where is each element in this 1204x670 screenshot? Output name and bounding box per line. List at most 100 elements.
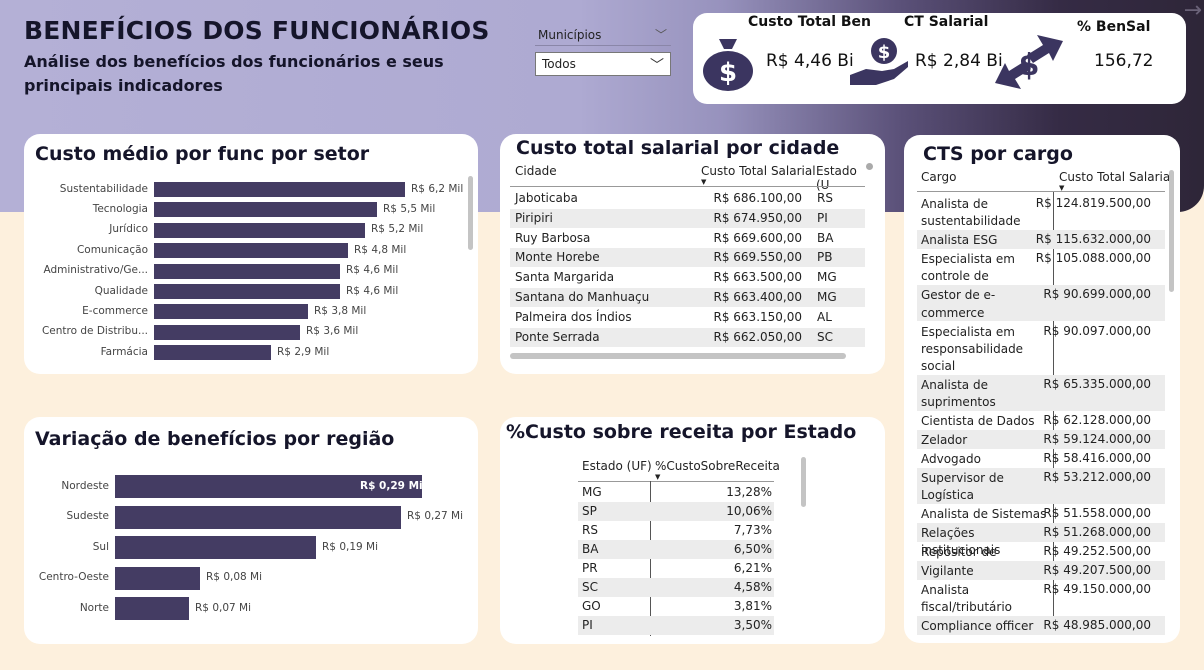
cell-estado: SC [582, 580, 598, 594]
kpi-card: Custo Total Ben $ R$ 4,46 Bi CT Salarial… [693, 13, 1186, 104]
table-row[interactable]: Repositor de HortifrutiR$ 49.252.500,00 [904, 543, 1166, 576]
table-row[interactable]: Palmeira dos Índios R$ 663.150,00 AL [500, 309, 880, 327]
table-row[interactable]: Analista ESG R$ 115.632.000,00 [904, 231, 1166, 250]
table-row[interactable]: PR 6,21% [500, 560, 800, 578]
city-col-custo[interactable]: Custo Total Salarial [701, 164, 816, 178]
table-row[interactable]: Santana do Manhuaçu R$ 663.400,00 MG [500, 289, 880, 307]
bar[interactable] [154, 345, 271, 361]
cell-custo: R$ 686.100,00 [713, 191, 803, 205]
arrow-right-icon[interactable]: → [1184, 0, 1202, 23]
cargo-col-cargo[interactable]: Cargo [921, 170, 956, 184]
table-row[interactable]: Especialista em controle de qualidadeR$ … [904, 250, 1166, 301]
table-row[interactable]: GO 3,81% [500, 598, 800, 616]
data-label: R$ 2,9 Mil [277, 345, 330, 358]
cell-cidade: Santana do Manhuaçu [515, 290, 650, 304]
data-label: R$ 3,6 Mil [306, 325, 359, 338]
cell-cidade: Monte Horebe [515, 250, 600, 265]
cell-cidade: Ponte Serrada [515, 329, 600, 344]
bar[interactable] [154, 324, 300, 340]
bar[interactable] [115, 505, 401, 529]
bar[interactable] [115, 597, 189, 620]
bar[interactable] [154, 222, 365, 238]
cell-cargo: Gestor de e-commerce [921, 288, 996, 320]
bar[interactable] [154, 304, 308, 320]
category-label: Centro-Oeste [38, 571, 109, 583]
cell-percent: 13,28% [726, 485, 772, 499]
table-row[interactable]: Relações institucionais R$ 51.268.000,00 [904, 524, 1166, 557]
table-row[interactable]: RS 7,73% [500, 522, 800, 540]
bar[interactable] [115, 566, 200, 590]
cargo-col-custo[interactable]: Custo Total Salarial [1059, 170, 1174, 184]
category-label: Sustentabilidade [59, 182, 148, 195]
money-bag-icon: $ [703, 39, 753, 91]
table-row[interactable]: SP 10,06% [500, 503, 800, 521]
cell-cidade: Jaboticaba [515, 191, 578, 205]
table-row[interactable]: MG 13,28% [500, 484, 800, 502]
data-label: R$ 4,6 Mil [346, 264, 399, 277]
cell-cargo: Cientista de Dados [921, 414, 1035, 429]
category-label: Sul [92, 540, 109, 553]
kpi-label-bensal: % BenSal [1077, 19, 1151, 35]
city-col-cidade[interactable]: Cidade [515, 164, 557, 178]
city-table-title: Custo total salarial por cidade [516, 137, 840, 159]
city-v-scrollbar[interactable] [866, 163, 873, 170]
table-row[interactable]: Analista de Sistemas R$ 51.558.000,00 [904, 505, 1166, 524]
data-label: R$ 0,08 Mi [206, 571, 263, 583]
cargo-scrollbar[interactable] [1169, 170, 1174, 292]
cell-estado: MG [817, 290, 837, 304]
city-col-estado[interactable]: Estado (U [816, 164, 870, 192]
table-row[interactable]: Gestor de e-commerce R$ 90.699.000,00 [904, 286, 1166, 322]
sector-scrollbar[interactable] [468, 176, 473, 250]
table-row[interactable]: Vigilante R$ 49.207.500,00 [904, 562, 1166, 581]
table-row[interactable]: Ponte Serrada R$ 662.050,00 SC [500, 329, 880, 347]
cell-cargo: Especialista em responsabilidade social [921, 324, 1024, 374]
data-label: R$ 0,29 Mi [360, 479, 423, 492]
municipios-dropdown[interactable]: Todos ﹀ [535, 52, 671, 76]
cell-custo: R$ 59.124.000,00 [1043, 432, 1151, 447]
table-row[interactable]: Advogado corporativoR$ 58.416.000,00 [904, 450, 1166, 483]
state-col-estado[interactable]: Estado (UF) [582, 459, 652, 473]
table-row[interactable]: Cientista de Dados R$ 62.128.000,00 [904, 412, 1166, 431]
table-row[interactable]: Supervisor de Logística R$ 53.212.000,00 [904, 469, 1166, 505]
bar[interactable] [154, 284, 340, 299]
table-row[interactable]: Analista fiscal/tributário R$ 49.150.000,… [904, 581, 1166, 617]
table-row[interactable]: Ruy Barbosa R$ 669.600,00 BA [500, 230, 880, 248]
cell-estado: RS [817, 191, 833, 205]
cell-custo: R$ 124.819.500,00 [1035, 196, 1151, 210]
table-row[interactable]: Especialista em responsabilidade social R… [904, 323, 1166, 377]
chevron-down-icon[interactable]: ﹀ [655, 26, 667, 43]
table-row[interactable]: BA 6,50% [500, 541, 800, 559]
region-chart-title: Variação de benefícios por região [35, 428, 395, 450]
cell-custo: R$ 90.699.000,00 [1043, 287, 1151, 302]
city-h-scrollbar[interactable] [510, 353, 846, 359]
table-row[interactable]: Zelador R$ 59.124.000,00 [904, 431, 1166, 450]
bar[interactable] [115, 536, 316, 559]
cell-cidade: Piripiri [515, 210, 553, 225]
table-row[interactable]: Compliance officer R$ 48.985.000,00 [904, 617, 1166, 636]
table-row[interactable]: Analista de sustentabilidade R$ 124.819.5… [904, 195, 1166, 231]
kpi-value-bensal: 156,72 [1094, 51, 1154, 71]
municipios-slicer-header[interactable]: Municípios ﹀ [535, 28, 671, 46]
bar[interactable] [154, 243, 348, 259]
cell-cargo: Analista fiscal/tributário [921, 582, 1013, 614]
table-row[interactable]: Monte Horebe R$ 669.550,00 PB [500, 249, 880, 267]
cell-estado: SP [582, 504, 597, 518]
cell-custo: R$ 662.050,00 [713, 329, 803, 344]
cell-percent: 7,73% [733, 523, 772, 537]
cell-custo: R$ 669.600,00 [713, 230, 803, 245]
category-label: Norte [79, 601, 109, 614]
table-row[interactable]: SC 4,58% [500, 579, 800, 597]
table-row[interactable]: PI 3,50% [500, 617, 800, 635]
table-row[interactable]: Piripiri R$ 674.950,00 PI [500, 210, 880, 228]
state-col-custo[interactable]: %CustoSobreReceita [655, 459, 780, 473]
cell-custo: R$ 65.335.000,00 [1043, 377, 1151, 391]
table-row[interactable]: Santa Margarida R$ 663.500,00 MG [500, 269, 880, 287]
bar[interactable] [154, 182, 405, 197]
table-row[interactable]: Jaboticaba R$ 686.100,00 RS [500, 190, 880, 208]
sort-desc-icon: ▼ [701, 178, 707, 186]
bar[interactable] [154, 202, 377, 218]
table-row[interactable]: Analista de suprimentos R$ 65.335.000,00 [904, 376, 1166, 412]
category-label: Comunicação [76, 243, 148, 256]
state-scrollbar[interactable] [801, 457, 806, 507]
bar[interactable] [154, 263, 340, 279]
